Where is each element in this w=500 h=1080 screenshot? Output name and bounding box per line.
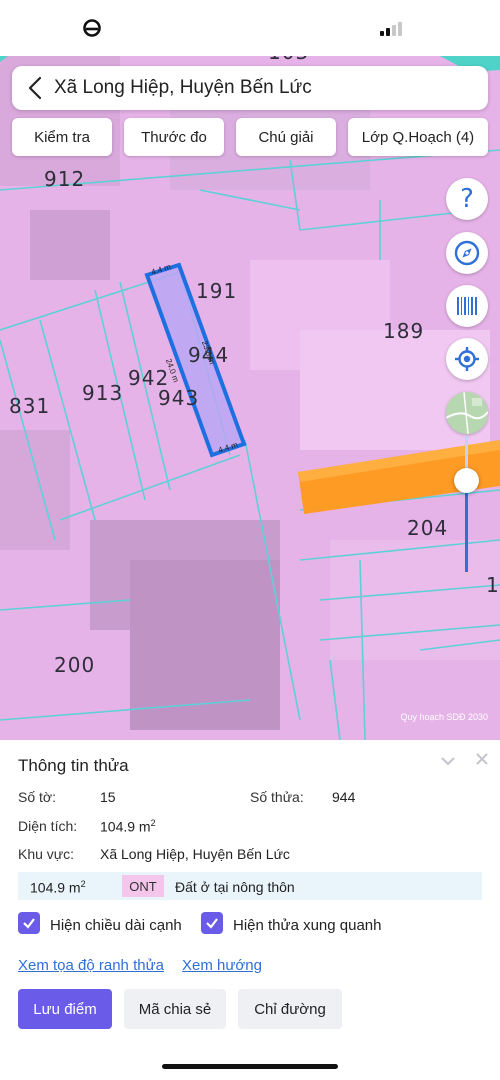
parcel-label-191: 191	[196, 279, 238, 303]
area-unit-exponent: 2	[150, 818, 156, 828]
share-code-button[interactable]: Mã chia sẻ	[124, 989, 226, 1029]
crosshair-icon	[455, 347, 479, 371]
compass-icon	[454, 240, 480, 266]
legend-button[interactable]: Chú giải	[236, 118, 336, 156]
opacity-slider-knob[interactable]	[454, 468, 479, 493]
map-view[interactable]: 4.4 m 24.0 m 23.8 m 4.4 m 912 191 189 94…	[0, 56, 500, 740]
landuse-code-badge: ONT	[122, 875, 164, 897]
landuse-area: 104.9 m2	[30, 879, 86, 896]
checkmark-icon	[206, 918, 218, 929]
view-direction-link[interactable]: Xem hướng	[182, 957, 262, 974]
parcel-label-189: 189	[383, 319, 425, 343]
check-button[interactable]: Kiểm tra	[12, 118, 112, 156]
location-title: Xã Long Hiệp, Huyện Bến Lức	[54, 77, 312, 98]
parcel-label-204: 204	[407, 516, 449, 540]
parcel-label-943: 943	[158, 386, 200, 410]
sheet-value: 15	[100, 789, 116, 805]
parcel-label-831: 831	[9, 394, 51, 418]
show-edge-lengths-checkbox[interactable]	[18, 912, 40, 934]
home-indicator	[162, 1064, 338, 1069]
map-credit: Quy hoạch SDĐ 2030	[400, 712, 488, 722]
show-neighbors-label[interactable]: Hiện thửa xung quanh	[233, 917, 381, 934]
barcode-button[interactable]	[446, 285, 488, 327]
view-boundary-coords-link[interactable]: Xem tọa độ ranh thửa	[18, 957, 164, 974]
parcel-label-103: 103	[268, 56, 309, 64]
parcel-label-18: 18	[486, 573, 500, 597]
plot-label: Số thửa:	[250, 789, 304, 805]
measure-button[interactable]: Thước đo	[124, 118, 224, 156]
area-value-wrap: 104.9 m2	[100, 818, 156, 835]
parcel-label-913: 913	[82, 381, 124, 405]
close-icon[interactable]	[475, 752, 489, 766]
map-layer-icon	[446, 392, 488, 434]
area-value: 104.9 m	[100, 818, 151, 835]
barcode-icon	[457, 297, 477, 315]
sheet-label: Số tờ:	[18, 789, 56, 805]
plot-value: 944	[332, 789, 356, 805]
app-logo-icon	[83, 19, 101, 37]
map-base-layer	[0, 56, 500, 740]
location-header[interactable]: Xã Long Hiệp, Huyện Bến Lức	[12, 66, 488, 110]
directions-button[interactable]: Chỉ đường	[238, 989, 342, 1029]
area-label: Diện tích:	[18, 818, 78, 834]
help-button[interactable]: ?	[446, 178, 488, 220]
signal-icon	[380, 22, 404, 36]
landuse-area-exponent: 2	[80, 879, 86, 889]
locate-button[interactable]	[446, 338, 488, 380]
question-mark-icon: ?	[460, 184, 474, 214]
status-bar	[0, 0, 500, 56]
back-icon[interactable]	[26, 76, 46, 100]
parcel-label-944: 944	[188, 343, 230, 367]
panel-title: Thông tin thửa	[18, 756, 129, 775]
chevron-down-icon[interactable]	[440, 754, 456, 768]
compass-button[interactable]	[446, 232, 488, 274]
landuse-area-value: 104.9 m	[30, 879, 81, 896]
parcel-label-912: 912	[44, 167, 86, 191]
region-value: Xã Long Hiệp, Huyện Bến Lức	[100, 846, 290, 862]
show-neighbors-checkbox[interactable]	[201, 912, 223, 934]
planning-layer-button[interactable]: Lớp Q.Hoạch (4)	[348, 118, 488, 156]
parcel-label-200: 200	[54, 653, 96, 677]
map-layer-thumbnail[interactable]	[446, 392, 488, 434]
region-label: Khu vực:	[18, 846, 75, 862]
checkmark-icon	[23, 918, 35, 929]
save-point-button[interactable]: Lưu điểm	[18, 989, 112, 1029]
show-edge-lengths-label[interactable]: Hiện chiều dài cạnh	[50, 917, 182, 934]
landuse-name: Đất ở tại nông thôn	[175, 879, 295, 895]
